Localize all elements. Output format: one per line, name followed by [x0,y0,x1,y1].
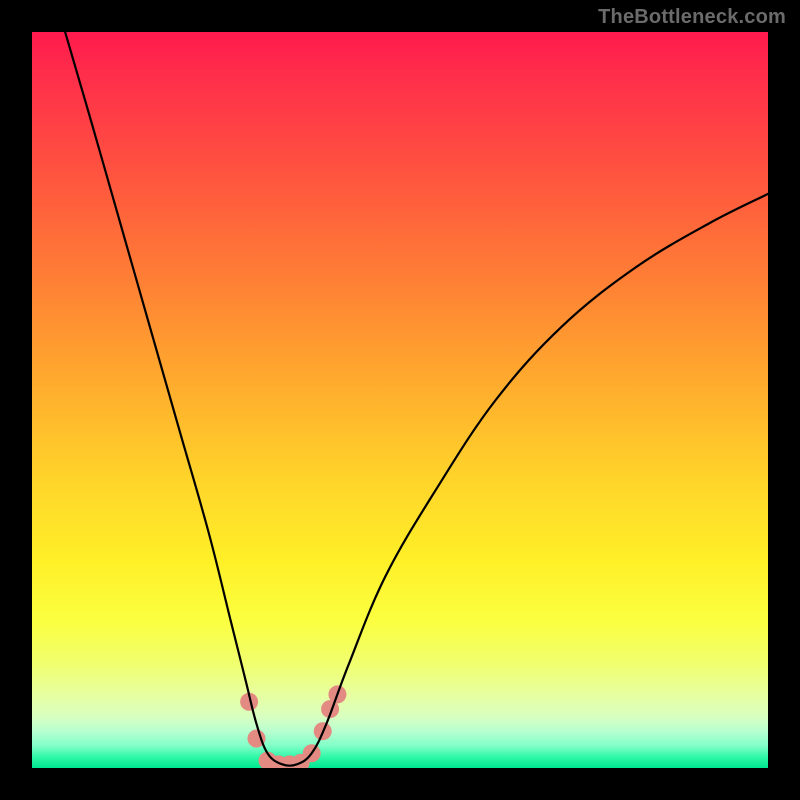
plot-area [32,32,768,768]
chart-frame: TheBottleneck.com [0,0,800,800]
curve-layer [32,32,768,768]
marker-dots [240,685,346,768]
watermark-text: TheBottleneck.com [598,6,786,29]
bottleneck-curve [65,32,768,766]
